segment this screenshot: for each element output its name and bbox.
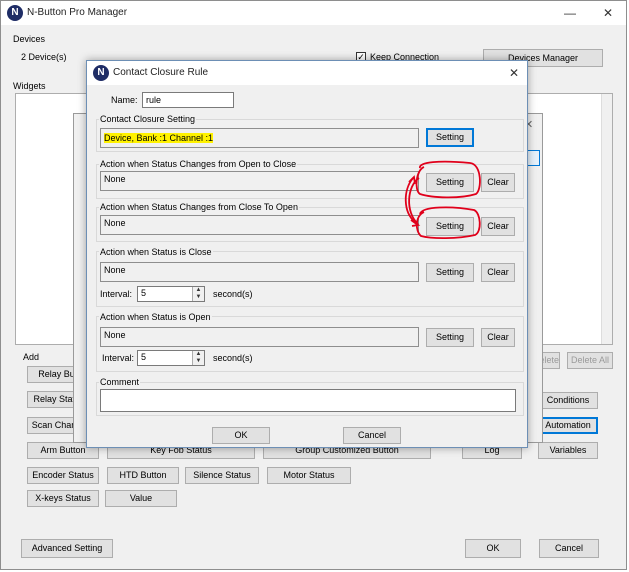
red-pen-annotation: [404, 160, 481, 240]
annotation-circle-bottom: [415, 206, 481, 240]
annotation-circle-top: [415, 160, 481, 199]
